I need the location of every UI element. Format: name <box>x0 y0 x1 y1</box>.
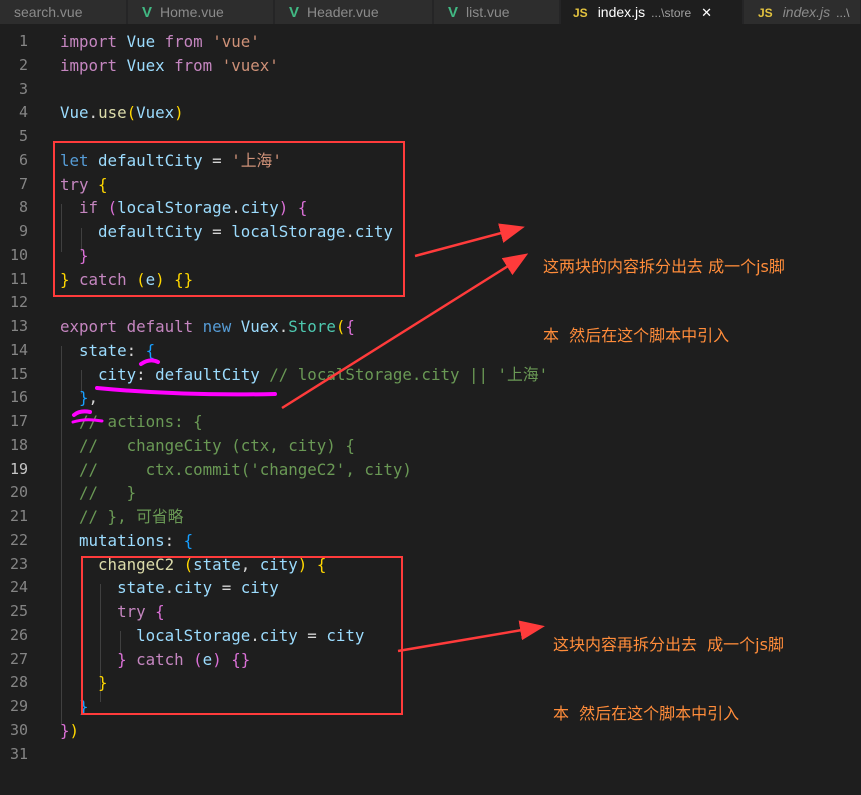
code-line-current: 19 // ctx.commit('changeC2', city) <box>0 458 861 482</box>
line-number: 31 <box>9 745 28 763</box>
annotation-note-line: 这块内容再拆分出去 成一个js脚 <box>553 635 784 654</box>
line-number: 2 <box>18 56 28 74</box>
line-number: 10 <box>9 246 28 264</box>
line-number: 26 <box>9 626 28 644</box>
line-number: 22 <box>9 531 28 549</box>
annotation-box-top <box>53 141 405 297</box>
line-number: 19 <box>9 460 28 478</box>
line-number: 12 <box>9 293 28 311</box>
tab-label: Header.vue <box>307 4 379 20</box>
close-icon[interactable]: ✕ <box>701 5 712 20</box>
vue-file-icon: V <box>448 4 459 21</box>
line-number: 16 <box>9 388 28 406</box>
line-number: 21 <box>9 507 28 525</box>
code-line: 18 // changeCity (ctx, city) { <box>0 434 861 458</box>
line-number: 8 <box>18 198 28 216</box>
tab-search-vue[interactable]: search.vue <box>0 0 127 24</box>
js-file-icon: JS <box>573 6 588 20</box>
tab-list-vue[interactable]: Vlist.vue <box>434 0 560 24</box>
tab-header-vue[interactable]: V Header.vue <box>275 0 433 24</box>
code-line: 2 import Vuex from 'vuex' <box>0 54 861 78</box>
code-line: 20 // } <box>0 481 861 505</box>
tab-path: ...\store <box>651 6 692 20</box>
code-line: 4 Vue.use(Vuex) <box>0 101 861 125</box>
line-number: 4 <box>18 103 28 121</box>
line-number: 3 <box>18 80 28 98</box>
code-line: 16 }, <box>0 386 861 410</box>
code-line: 22 mutations: { <box>0 529 861 553</box>
tab-label: index.js <box>782 4 831 20</box>
tab-path: ...\ <box>836 6 850 20</box>
tab-label: index.js <box>597 4 646 20</box>
line-number: 11 <box>9 270 28 288</box>
code-line: 17 // actions: { <box>0 410 861 434</box>
line-number: 7 <box>18 175 28 193</box>
line-number: 18 <box>9 436 28 454</box>
code-line: 3 <box>0 78 861 102</box>
vue-file-icon: V <box>142 4 153 21</box>
js-file-icon: JS <box>758 6 773 20</box>
tab-home-vue[interactable]: V Home.vue <box>128 0 274 24</box>
tab-index-js-preview[interactable]: JS index.js ...\ <box>744 0 861 24</box>
annotation-note-line: 本 然后在这个脚本中引入 <box>543 326 730 345</box>
annotation-note-bottom: 这块内容再拆分出去 成一个js脚 本 然后在这个脚本中引入 <box>553 587 784 748</box>
line-number: 1 <box>18 32 28 50</box>
line-number: 29 <box>9 697 28 715</box>
line-number: 28 <box>9 673 28 691</box>
code-line: 21 // }, 可省略 <box>0 505 861 529</box>
line-number: 25 <box>9 602 28 620</box>
editor-tab-bar: search.vue V Home.vue V Header.vue Vlist.v… <box>0 0 861 24</box>
line-number: 9 <box>18 222 28 240</box>
line-number: 15 <box>9 365 28 383</box>
code-line: 1 import Vue from 'vue' <box>0 30 861 54</box>
tab-label: search.vue <box>14 4 83 20</box>
annotation-box-bottom <box>81 556 403 715</box>
line-number: 6 <box>18 151 28 169</box>
line-number: 14 <box>9 341 28 359</box>
tab-label: Home.vue <box>160 4 224 20</box>
line-number: 13 <box>9 317 28 335</box>
vue-file-icon: V <box>289 4 300 21</box>
annotation-note-top: 这两块的内容拆分出去 成一个js脚 本 然后在这个脚本中引入 <box>543 209 785 370</box>
line-number: 30 <box>9 721 28 739</box>
annotation-note-line: 本 然后在这个脚本中引入 <box>553 704 740 723</box>
line-number: 20 <box>9 483 28 501</box>
line-number: 27 <box>9 650 28 668</box>
line-number: 17 <box>9 412 28 430</box>
line-number: 5 <box>18 127 28 145</box>
line-number: 23 <box>9 555 28 573</box>
tab-label: list.vue <box>466 4 510 20</box>
line-number: 24 <box>9 578 28 596</box>
annotation-note-line: 这两块的内容拆分出去 成一个js脚 <box>543 257 785 276</box>
tab-index-js-store[interactable]: JS index.js ...\store ✕ <box>561 0 743 24</box>
